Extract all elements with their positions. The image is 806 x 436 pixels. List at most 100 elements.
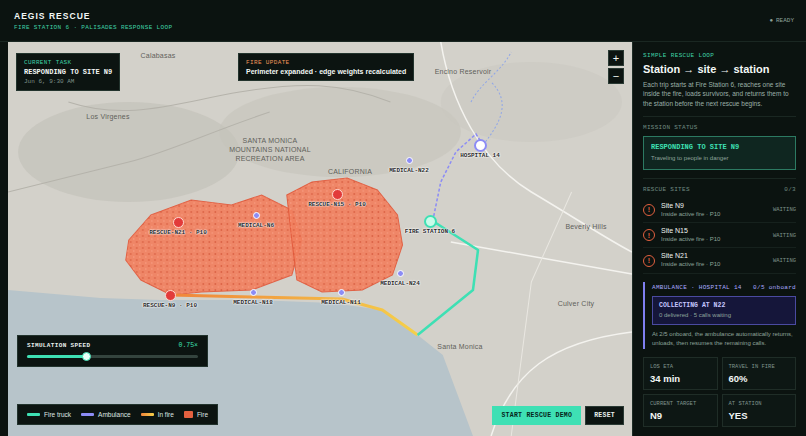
map-canvas[interactable] — [8, 42, 632, 436]
app-title: AEGIS RESCUE — [14, 11, 172, 21]
sites-count: 0/3 — [784, 186, 796, 193]
main-body: Calabasas Los Virgenes Encino Reservoir SAN… — [0, 42, 806, 436]
panel-eyebrow: SIMPLE RESCUE LOOP — [643, 52, 796, 59]
medical-marker-icon[interactable] — [338, 289, 345, 296]
pin-label: MEDICAL-N6 — [238, 222, 274, 229]
legend-item: Fire truck — [27, 411, 71, 418]
medical-marker-icon[interactable] — [253, 212, 260, 219]
pin-label: MEDICAL-N11 — [321, 299, 361, 306]
ambulance-task-box: COLLECTING AT N220 delivered · 5 calls w… — [652, 296, 796, 325]
site-status: WAITING — [773, 232, 796, 239]
legend-label: In fire — [158, 411, 174, 418]
status-dot-icon: ● — [769, 17, 773, 24]
medical-marker-icon[interactable] — [397, 270, 404, 277]
speed-card: SIMULATION SPEED0.75× — [17, 335, 208, 367]
section-heading: RESCUE SITES0/3 — [643, 186, 796, 193]
place-label: Los Virgenes — [86, 113, 129, 122]
rescue-marker-icon[interactable] — [165, 290, 176, 301]
stat-label: TRAVEL IN FIRE — [729, 363, 790, 370]
slider-thumb[interactable] — [82, 352, 91, 361]
place-label: Calabasas — [141, 52, 176, 61]
site-text: Site N9Inside active fire · P10 — [661, 202, 767, 218]
place-label: Culver City — [558, 300, 595, 309]
stat-value: YES — [729, 410, 790, 421]
panel-description: Each trip starts at Fire Station 6, reac… — [643, 80, 796, 108]
site-row[interactable]: ! Site N15Inside active fire · P10 WAITING — [643, 223, 796, 248]
legend-swatch-icon — [27, 413, 40, 416]
site-status: WAITING — [773, 257, 796, 264]
pin-label: RESCUE-N21 · P10 — [149, 229, 207, 236]
top-bar: AEGIS RESCUE FIRE STATION 6 · PALISADES R… — [0, 0, 806, 42]
place-label: CALIFORNIA — [328, 168, 372, 177]
stat-card: CURRENT TARGETN9 — [643, 394, 718, 427]
rescue-sites-section: RESCUE SITES0/3! Site N9Inside active fir… — [643, 178, 796, 274]
stat-card: AT STATION YES — [722, 394, 797, 427]
stat-card: LOS ETA34 min — [643, 357, 718, 390]
legend-swatch-icon — [184, 411, 193, 418]
zoom-button[interactable]: − — [608, 68, 624, 84]
site-detail: Inside active fire · P10 — [661, 210, 767, 218]
place-label: SANTA MONICA MOUNTAINS NATIONAL RECREATI… — [223, 137, 318, 163]
status-text: READY — [776, 17, 794, 24]
pin-label: HOSPITAL 14 — [460, 152, 500, 159]
alert-icon: ! — [643, 229, 655, 241]
site-row[interactable]: !Site N21Inside active fire · P10WAITING — [643, 248, 796, 273]
legend-swatch-icon — [81, 413, 94, 416]
fire-update-card: FIRE UPDATEPerimeter expanded · edge wei… — [238, 53, 414, 81]
onboard-count: 0/5 onboard — [753, 284, 796, 291]
stat-value: 60% — [729, 373, 790, 384]
legend-item: Fire — [184, 411, 208, 418]
legend-swatch-icon — [141, 413, 154, 416]
place-label: Encino Reservoir — [435, 68, 492, 77]
section-heading: MISSION STATUS — [643, 124, 796, 131]
speed-header: SIMULATION SPEED0.75× — [27, 342, 198, 349]
zoom-controls: +− — [608, 50, 624, 84]
card-value: RESPONDING TO SITE N9 — [24, 68, 112, 76]
ambulance-task-detail: 0 delivered · 5 calls waiting — [659, 311, 789, 319]
alert-icon: ! — [643, 204, 655, 216]
site-name: Site N15 — [661, 227, 767, 234]
legend-item: Ambulance — [81, 411, 131, 418]
side-panel: SIMPLE RESCUE LOOPStation → site → stati… — [632, 42, 806, 436]
pin-label: RESCUE-N15 · P10 — [308, 201, 366, 208]
legend-label: Fire — [197, 411, 208, 418]
ambulance-section: AMBULANCE · HOSPITAL 140/5 onboardCOLLEC… — [643, 282, 796, 349]
pin-label: MEDICAL-N24 — [380, 280, 420, 287]
site-text: Site N15Inside active fire · P10 — [661, 227, 767, 243]
app-subtitle: FIRE STATION 6 · PALISADES RESPONSE LOOP — [14, 24, 172, 31]
mission-detail: Traveling to people in danger — [651, 154, 788, 162]
current-task-card: CURRENT TASKRESPONDING TO SITE N9Jun 6, … — [16, 53, 120, 91]
legend-item: In fire — [141, 411, 174, 418]
zoom-button[interactable]: + — [608, 50, 624, 66]
legend-label: Ambulance — [98, 411, 131, 418]
rescue-marker-icon[interactable] — [173, 217, 184, 228]
brand: AEGIS RESCUE FIRE STATION 6 · PALISADES R… — [14, 11, 172, 31]
mission-status: RESPONDING TO SITE N9 — [651, 143, 788, 151]
speed-reading: 0.75× — [178, 342, 198, 349]
site-status: WAITING — [773, 206, 796, 213]
site-name: Site N21 — [661, 252, 767, 259]
station-marker-icon[interactable] — [424, 215, 437, 228]
site-text: Site N21Inside active fire · P10 — [661, 252, 767, 268]
slider-fill — [27, 355, 87, 358]
stat-card: TRAVEL IN FIRE 60% — [722, 357, 797, 390]
action-buttons: START RESCUE DEMORESET — [492, 406, 624, 425]
medical-marker-icon[interactable] — [250, 289, 257, 296]
rescue-marker-icon[interactable] — [332, 189, 343, 200]
place-label: Santa Monica — [437, 343, 482, 352]
stats-grid: LOS ETA34 min TRAVEL IN FIRE 60% CURRENT TA… — [643, 357, 796, 427]
speed-slider[interactable] — [27, 355, 198, 358]
start-demo-button[interactable]: START RESCUE DEMO — [492, 406, 581, 425]
mission-status-box: RESPONDING TO SITE N9 Traveling to people… — [643, 136, 796, 169]
medical-marker-icon[interactable] — [406, 157, 413, 164]
map[interactable]: Calabasas Los Virgenes Encino Reservoir SAN… — [8, 42, 632, 436]
place-label: Beverly Hills — [565, 223, 606, 232]
legend-label: Fire truck — [44, 411, 71, 418]
stat-label: AT STATION — [729, 400, 790, 407]
hospital-marker-icon[interactable] — [474, 139, 487, 152]
card-message: Perimeter expanded · edge weights recalc… — [246, 68, 406, 75]
reset-button[interactable]: RESET — [585, 406, 624, 425]
ambulance-note: At 2/5 onboard, the ambulance automatica… — [652, 330, 796, 347]
site-row[interactable]: ! Site N9Inside active fire · P10 WAITING — [643, 198, 796, 223]
site-name: Site N9 — [661, 202, 767, 209]
